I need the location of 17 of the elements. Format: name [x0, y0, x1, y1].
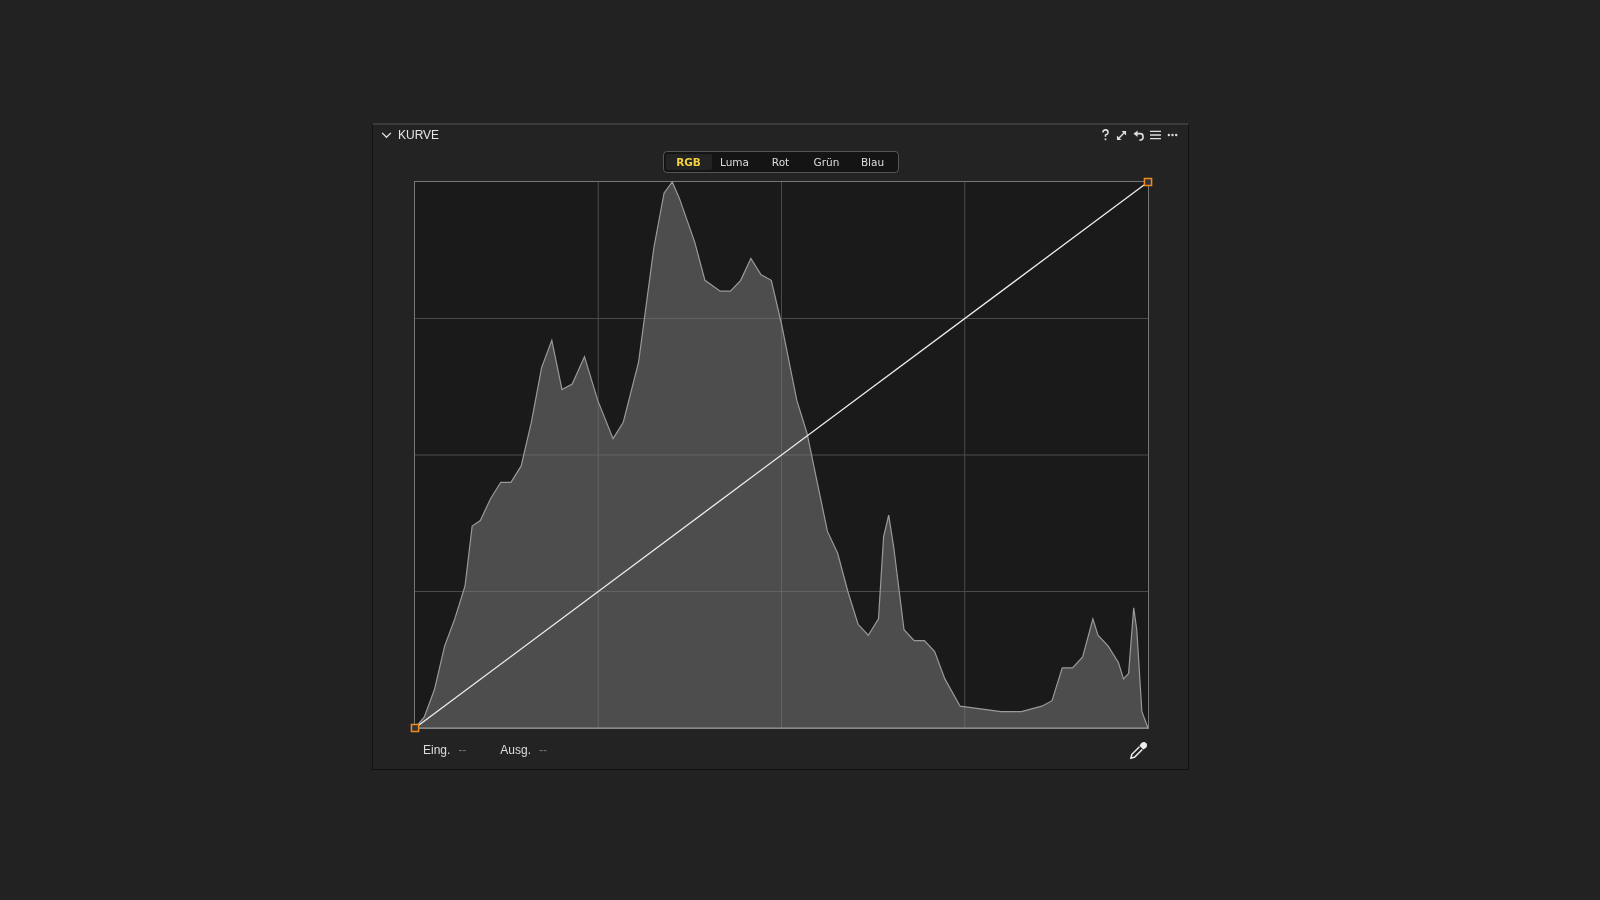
channel-tab[interactable]: Luma	[711, 154, 758, 170]
readout-value: --	[539, 743, 548, 757]
eyedropper-icon[interactable]	[1129, 740, 1148, 760]
readout-label: Ausg.	[500, 743, 532, 757]
channel-tab[interactable]: RGB	[665, 154, 712, 170]
readout-value: --	[458, 743, 467, 757]
channel-tab[interactable]: Rot	[757, 154, 804, 170]
readout-label: Eing.	[423, 743, 451, 757]
menu-icon[interactable]	[1150, 130, 1161, 140]
help-icon[interactable]	[1101, 129, 1110, 141]
channel-tab[interactable]: Grün	[803, 154, 850, 170]
expand-arrows-icon[interactable]	[1116, 129, 1127, 141]
panel-title: KURVE	[398, 128, 440, 142]
chevron-down-icon[interactable]	[381, 131, 392, 139]
channel-tab[interactable]: Blau	[849, 154, 896, 170]
more-icon[interactable]	[1167, 133, 1178, 137]
undo-icon[interactable]	[1133, 129, 1144, 141]
